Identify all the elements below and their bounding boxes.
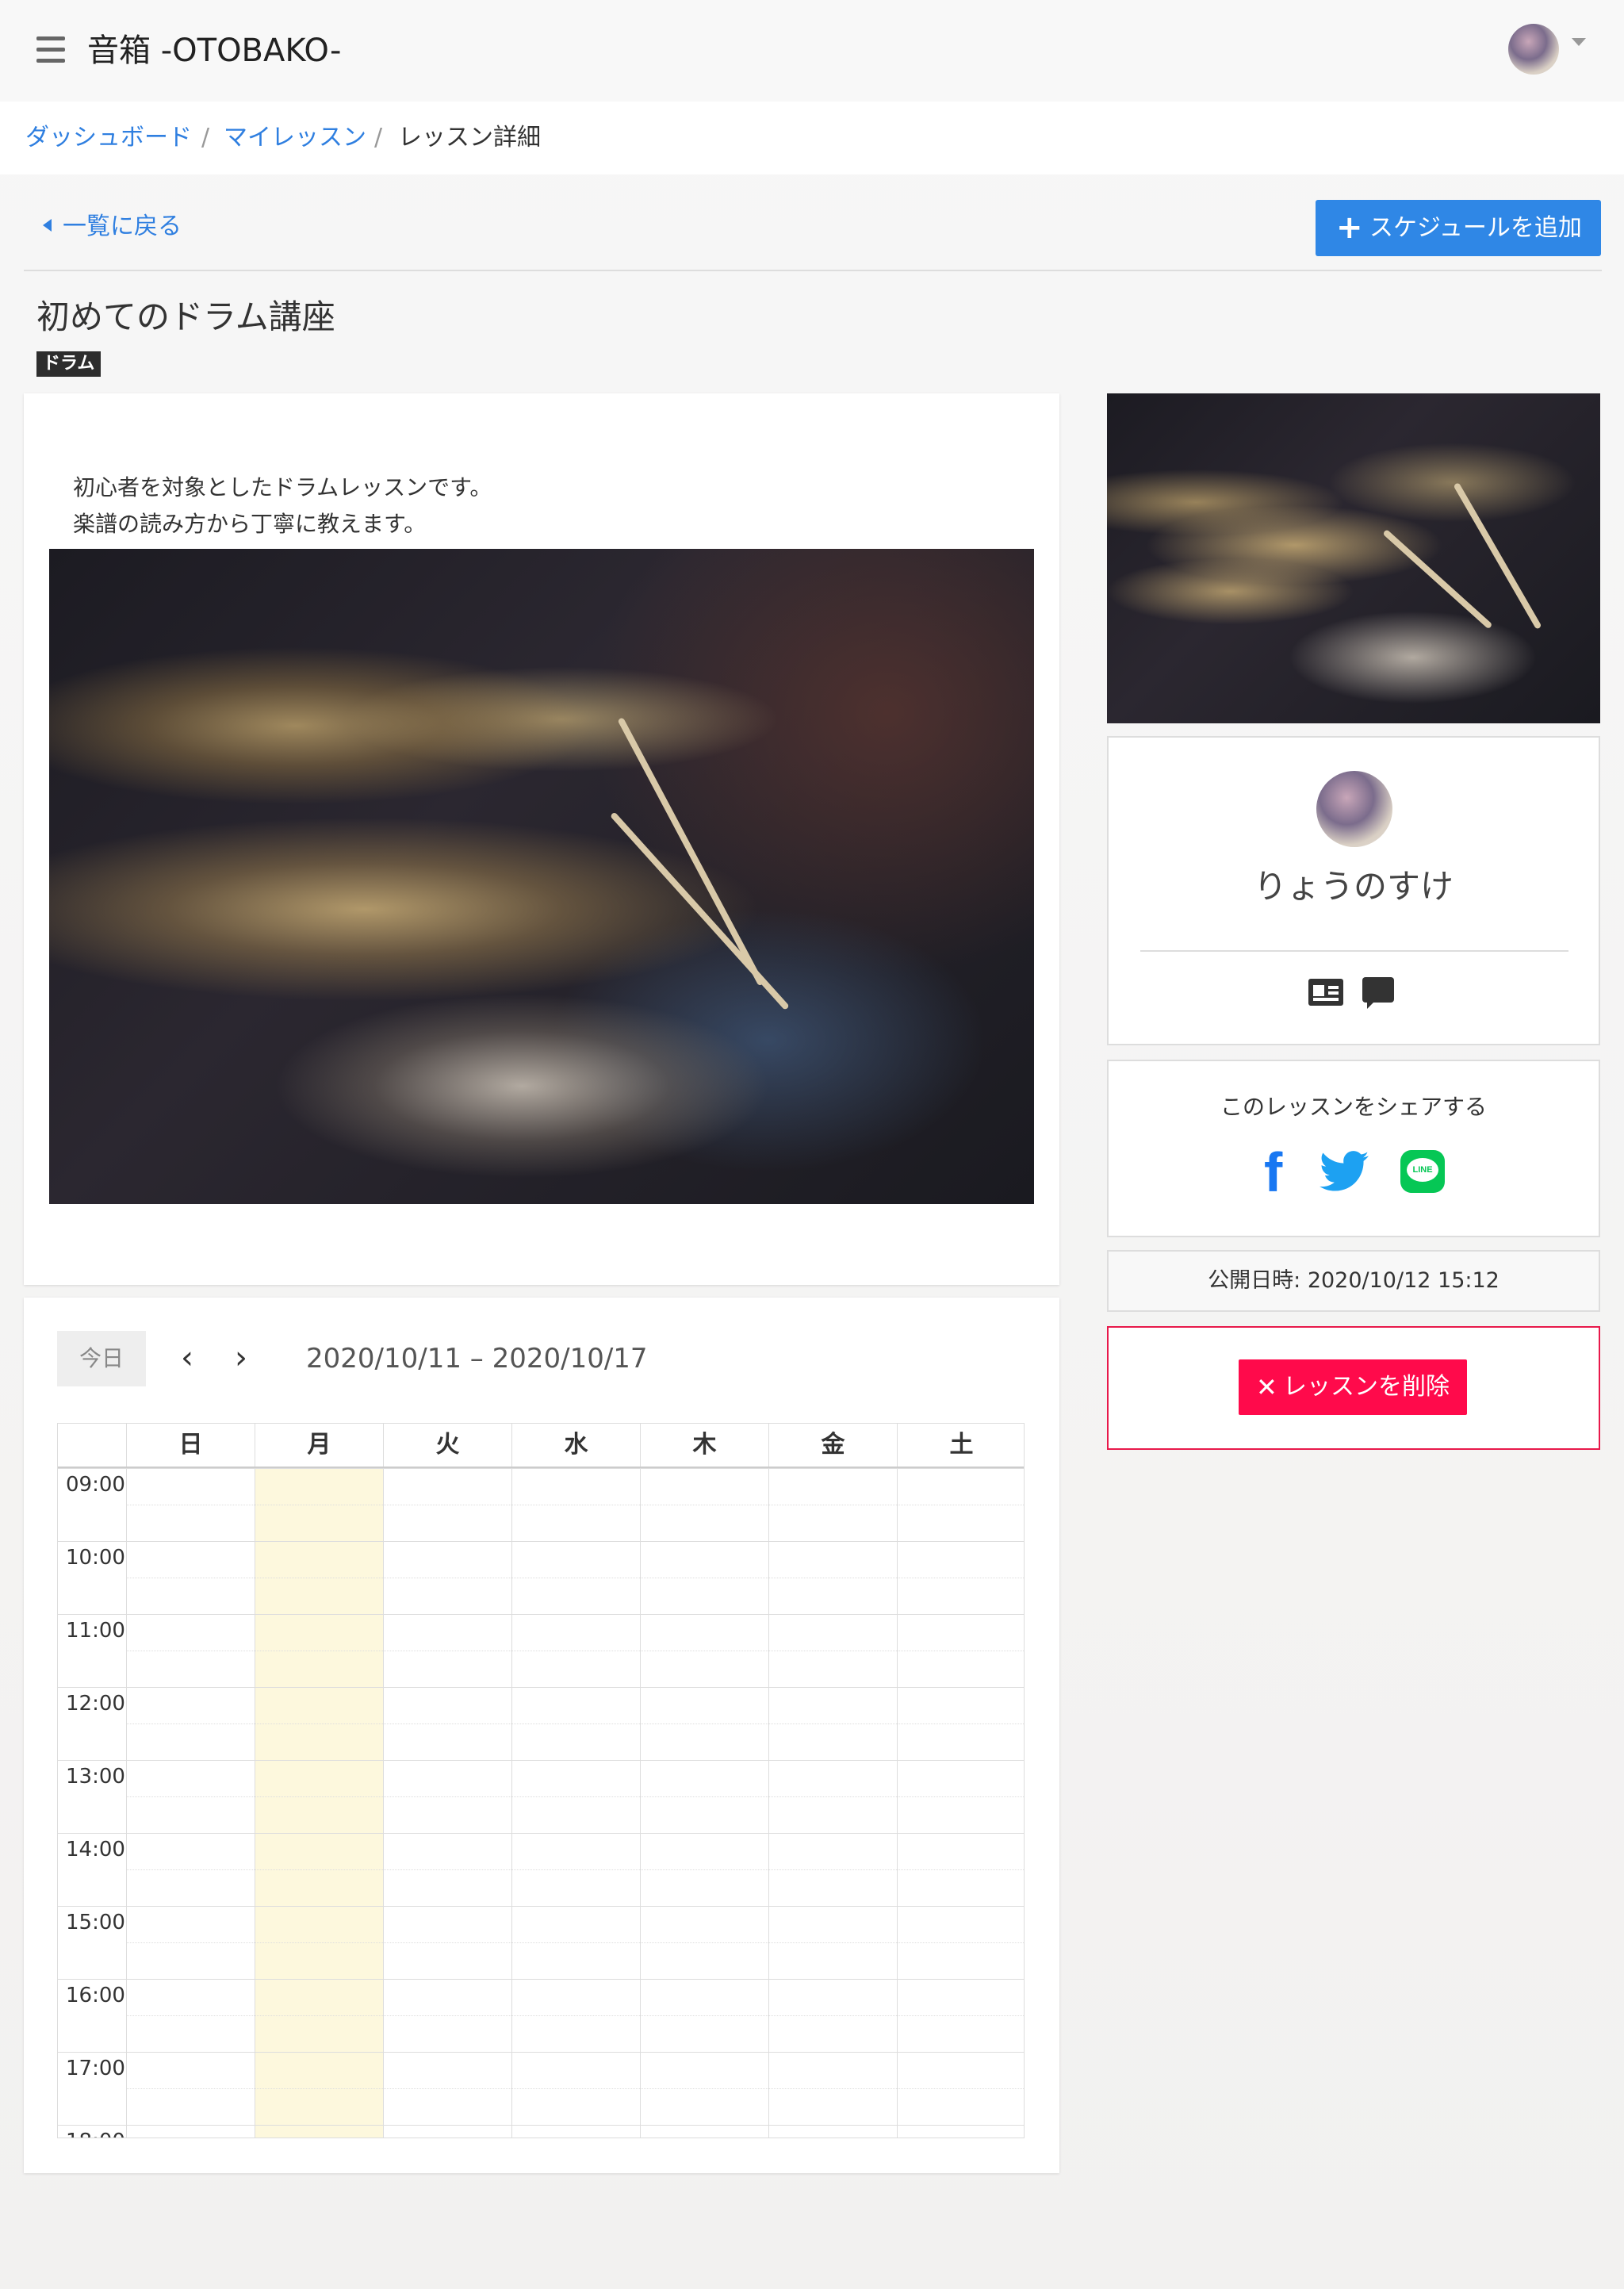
user-avatar[interactable] xyxy=(1508,24,1559,75)
day-header-tue: 火 xyxy=(383,1424,511,1467)
time-label: 15:00 xyxy=(66,1911,125,1934)
grid-column-line xyxy=(383,1468,384,2138)
day-header-sun: 日 xyxy=(126,1424,255,1467)
half-hour-line xyxy=(126,2088,1024,2089)
hour-line xyxy=(58,1979,1024,1980)
today-column-highlight xyxy=(255,1468,383,2138)
day-header-mon: 月 xyxy=(255,1424,383,1467)
hour-line xyxy=(58,1614,1024,1615)
divider xyxy=(24,270,1602,271)
date-range-label: 2020/10/11 – 2020/10/17 xyxy=(306,1343,648,1375)
half-hour-line xyxy=(126,1942,1024,1943)
breadcrumb-current: レッスン詳細 xyxy=(398,124,541,151)
top-navbar: 音箱 -OTOBAKO- xyxy=(0,0,1624,102)
hour-line xyxy=(58,1833,1024,1834)
grid-column-line xyxy=(768,1468,769,2138)
id-card-icon[interactable] xyxy=(1308,979,1343,1006)
breadcrumb: ダッシュボード / マイレッスン / レッスン詳細 xyxy=(0,102,1624,174)
description-line-1: 初心者を対象としたドラムレッスンです。 xyxy=(73,474,492,500)
hour-line xyxy=(58,1760,1024,1761)
delete-lesson-button[interactable]: ✕ レッスンを削除 xyxy=(1239,1359,1467,1415)
calendar-header: 日 月 火 水 木 金 土 xyxy=(58,1424,1024,1468)
line-icon-text: LINE xyxy=(1412,1165,1433,1175)
time-label: 10:00 xyxy=(66,1546,125,1570)
time-label: 11:00 xyxy=(66,1619,125,1643)
half-hour-line xyxy=(126,1796,1024,1797)
delete-lesson-label: レッスンを削除 xyxy=(1283,1373,1450,1401)
breadcrumb-separator: / xyxy=(374,124,383,151)
hamburger-menu-icon[interactable] xyxy=(36,36,65,63)
time-label: 12:00 xyxy=(66,1692,125,1716)
grid-column-line xyxy=(897,1468,898,2138)
lesson-description-card: 初心者を対象としたドラムレッスンです。 楽譜の読み方から丁寧に教えます。 xyxy=(24,393,1059,1285)
hour-line xyxy=(58,1906,1024,1907)
share-card: このレッスンをシェアする f LINE xyxy=(1107,1060,1600,1237)
plus-icon: + xyxy=(1336,209,1363,246)
week-calendar: 日 月 火 水 木 金 土 09:00 10:00 11:00 12:00 13:00 1… xyxy=(57,1423,1025,2138)
day-header-thu: 木 xyxy=(640,1424,768,1467)
teacher-name: りょうのすけ xyxy=(1253,867,1454,906)
line-icon[interactable]: LINE xyxy=(1400,1150,1445,1193)
time-label: 18:00 xyxy=(66,2130,125,2138)
comment-icon[interactable] xyxy=(1362,977,1394,1009)
lesson-image xyxy=(49,549,1034,1204)
divider xyxy=(1140,950,1568,952)
time-label: 14:00 xyxy=(66,1838,125,1861)
chevron-down-icon[interactable] xyxy=(1572,38,1586,46)
hour-line xyxy=(58,2052,1024,2053)
time-label: 16:00 xyxy=(66,1984,125,2007)
hour-line xyxy=(58,2125,1024,2126)
time-label: 17:00 xyxy=(66,2057,125,2080)
add-schedule-label: スケジュールを追加 xyxy=(1369,214,1582,242)
teacher-profile-card: りょうのすけ xyxy=(1107,736,1600,1045)
back-to-list-link[interactable]: 一覧に戻る xyxy=(43,211,182,243)
teacher-avatar[interactable] xyxy=(1316,771,1392,847)
published-date: 公開日時: 2020/10/12 15:12 xyxy=(1107,1250,1600,1312)
half-hour-line xyxy=(126,1869,1024,1870)
grid-column-line xyxy=(640,1468,641,2138)
close-icon: ✕ xyxy=(1256,1372,1277,1402)
half-hour-line xyxy=(126,2015,1024,2016)
chevron-right-icon[interactable]: › xyxy=(235,1340,247,1375)
chevron-left-icon[interactable]: ‹ xyxy=(181,1340,193,1375)
day-header-sat: 土 xyxy=(897,1424,1024,1467)
danger-zone-card: ✕ レッスンを削除 xyxy=(1107,1326,1600,1450)
share-title: このレッスンをシェアする xyxy=(1220,1094,1487,1120)
app-title[interactable]: 音箱 -OTOBAKO- xyxy=(87,27,341,75)
description-line-2: 楽譜の読み方から丁寧に教えます。 xyxy=(73,511,427,537)
hour-line xyxy=(58,1541,1024,1542)
hour-line xyxy=(58,1468,1024,1469)
hour-line xyxy=(58,1687,1024,1688)
today-button[interactable]: 今日 xyxy=(57,1331,146,1386)
add-schedule-button[interactable]: + スケジュールを追加 xyxy=(1316,200,1601,256)
caret-left-icon xyxy=(43,219,52,232)
time-label: 13:00 xyxy=(66,1765,125,1789)
breadcrumb-dashboard[interactable]: ダッシュボード xyxy=(25,122,192,154)
day-header-wed: 水 xyxy=(511,1424,640,1467)
grid-column-line xyxy=(511,1468,512,2138)
lesson-thumbnail xyxy=(1107,393,1600,723)
page-title: 初めてのドラム講座 xyxy=(36,297,335,336)
grid-column-line xyxy=(126,1468,127,2138)
day-header-fri: 金 xyxy=(768,1424,897,1467)
breadcrumb-my-lessons[interactable]: マイレッスン xyxy=(224,122,366,154)
time-label: 09:00 xyxy=(66,1473,125,1497)
facebook-icon[interactable]: f xyxy=(1264,1144,1293,1200)
back-label: 一覧に戻る xyxy=(63,213,182,240)
breadcrumb-separator: / xyxy=(201,124,210,151)
twitter-icon[interactable] xyxy=(1320,1150,1369,1193)
category-badge: ドラム xyxy=(36,351,102,377)
half-hour-line xyxy=(126,1723,1024,1724)
